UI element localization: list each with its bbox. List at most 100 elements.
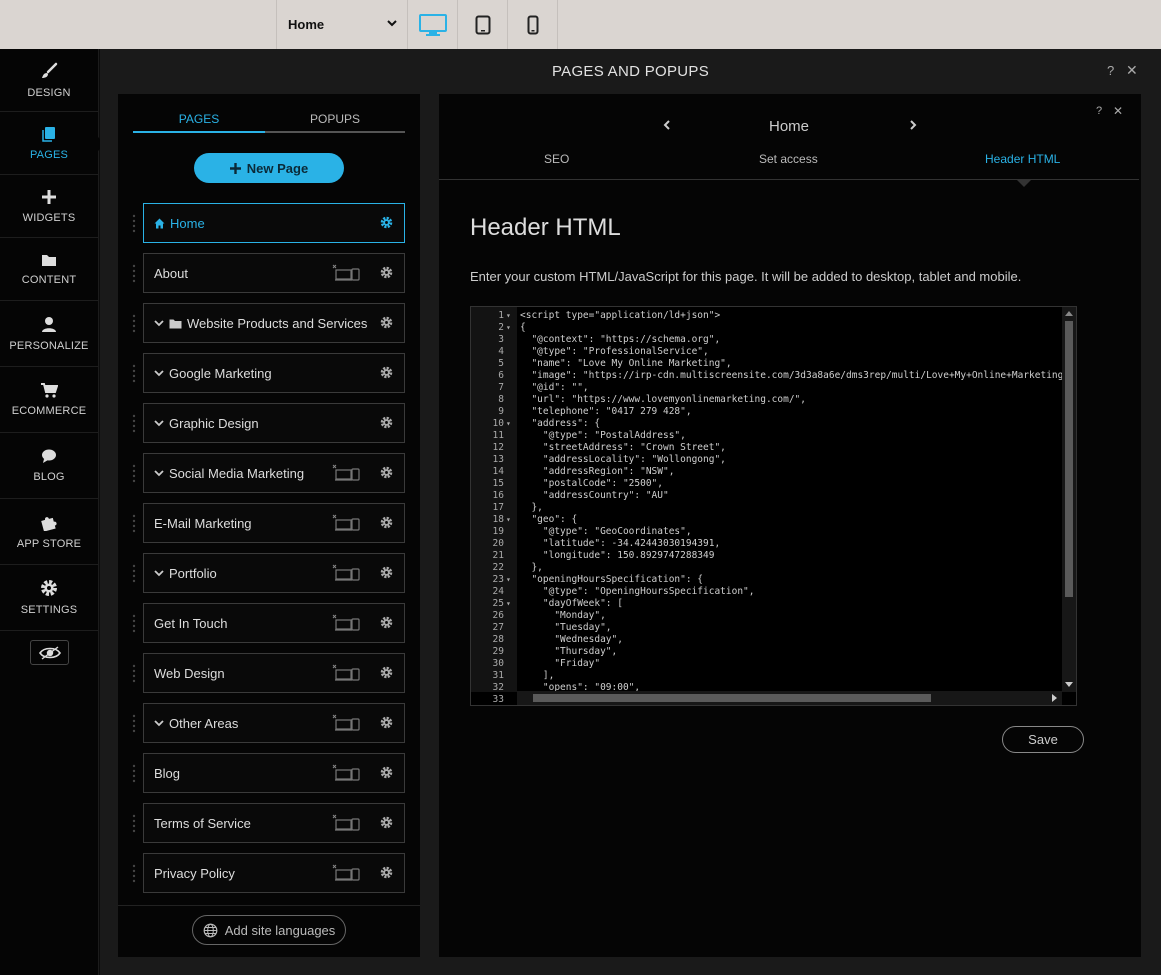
fold-arrow-icon[interactable]: ▾ bbox=[506, 322, 511, 334]
drag-handle-icon[interactable] bbox=[132, 264, 136, 284]
page-settings-gear-icon[interactable] bbox=[380, 316, 393, 329]
page-row[interactable]: Portfolio bbox=[132, 553, 405, 593]
vertical-scrollbar[interactable] bbox=[1062, 307, 1076, 692]
drag-handle-icon[interactable] bbox=[132, 414, 136, 434]
scroll-up-icon[interactable] bbox=[1065, 310, 1073, 316]
mobile-view-button[interactable] bbox=[508, 0, 558, 49]
page-settings-gear-icon[interactable] bbox=[380, 416, 393, 429]
page-settings-gear-icon[interactable] bbox=[380, 266, 393, 279]
drag-handle-icon[interactable] bbox=[132, 764, 136, 784]
drag-handle-icon[interactable] bbox=[132, 564, 136, 584]
page-settings-gear-icon[interactable] bbox=[380, 766, 393, 779]
tab-set-access[interactable]: Set access bbox=[759, 152, 818, 166]
chevron-down-icon bbox=[387, 20, 397, 27]
chevron-down-icon[interactable] bbox=[154, 420, 164, 427]
page-settings-gear-icon[interactable] bbox=[380, 716, 393, 729]
page-row[interactable]: Web Design bbox=[132, 653, 405, 693]
panel-help-button[interactable]: ? bbox=[1096, 105, 1102, 117]
page-settings-gear-icon[interactable] bbox=[380, 216, 393, 229]
nav-content[interactable]: CONTENT bbox=[0, 238, 98, 301]
page-row[interactable]: Graphic Design bbox=[132, 403, 405, 443]
page-row[interactable]: Other Areas bbox=[132, 703, 405, 743]
page-row[interactable]: Privacy Policy bbox=[132, 853, 405, 893]
drag-handle-icon[interactable] bbox=[132, 864, 136, 884]
page-settings-gear-icon[interactable] bbox=[380, 816, 393, 829]
code-editor[interactable]: 1 ▾ <script type="application/ld+json"> 2 ▾{… bbox=[470, 306, 1077, 706]
fold-arrow-icon[interactable]: ▾ bbox=[506, 598, 511, 610]
tablet-view-button[interactable] bbox=[458, 0, 508, 49]
tab-header-html[interactable]: Header HTML bbox=[985, 152, 1060, 166]
page-settings-gear-icon[interactable] bbox=[380, 866, 393, 879]
nav-blog[interactable]: BLOG bbox=[0, 433, 98, 499]
scroll-right-icon[interactable] bbox=[1052, 694, 1058, 702]
fold-arrow-icon[interactable]: ▾ bbox=[506, 514, 511, 526]
chevron-down-icon[interactable] bbox=[154, 470, 164, 477]
nav-widgets[interactable]: WIDGETS bbox=[0, 175, 98, 238]
page-settings-gear-icon[interactable] bbox=[380, 566, 393, 579]
fold-arrow-icon[interactable]: ▾ bbox=[506, 418, 511, 430]
tab-popups[interactable]: POPUPS bbox=[269, 112, 401, 126]
code-line: 30 "Friday" bbox=[471, 658, 1061, 670]
fold-arrow-icon[interactable]: ▾ bbox=[506, 574, 511, 586]
code-text: "Thursday", bbox=[520, 646, 618, 657]
code-line: 7 "@id": "", bbox=[471, 382, 1061, 394]
page-settings-gear-icon[interactable] bbox=[380, 516, 393, 529]
tab-pages[interactable]: PAGES bbox=[133, 112, 265, 126]
nav-settings[interactable]: SETTINGS bbox=[0, 565, 98, 631]
next-page-arrow-icon[interactable] bbox=[909, 120, 917, 130]
code-line: 8 "url": "https://www.lovemyonlinemarket… bbox=[471, 394, 1061, 406]
drag-handle-icon[interactable] bbox=[132, 464, 136, 484]
nav-design[interactable]: DESIGN bbox=[0, 49, 98, 112]
nav-personalize[interactable]: PERSONALIZE bbox=[0, 301, 98, 367]
drag-handle-icon[interactable] bbox=[132, 614, 136, 634]
nav-label: DESIGN bbox=[27, 86, 71, 99]
page-row[interactable]: Home bbox=[132, 203, 405, 243]
page-settings-gear-icon[interactable] bbox=[380, 616, 393, 629]
drag-handle-icon[interactable] bbox=[132, 314, 136, 334]
page-row[interactable]: Social Media Marketing bbox=[132, 453, 405, 493]
fold-arrow-icon[interactable]: ▾ bbox=[506, 310, 511, 322]
drag-handle-icon[interactable] bbox=[132, 814, 136, 834]
desktop-view-button[interactable] bbox=[408, 0, 458, 49]
chevron-down-icon[interactable] bbox=[154, 570, 164, 577]
page-settings-gear-icon[interactable] bbox=[380, 366, 393, 379]
page-row[interactable]: Google Marketing bbox=[132, 353, 405, 393]
panel-close-button[interactable]: ✕ bbox=[1113, 104, 1123, 118]
close-button[interactable]: ✕ bbox=[1126, 62, 1138, 79]
help-button[interactable]: ? bbox=[1107, 63, 1114, 78]
drag-handle-icon[interactable] bbox=[132, 714, 136, 734]
page-select-dropdown[interactable]: Home bbox=[276, 0, 408, 49]
drag-handle-icon[interactable] bbox=[132, 214, 136, 234]
chevron-down-icon[interactable] bbox=[154, 370, 164, 377]
page-settings-gear-icon[interactable] bbox=[380, 466, 393, 479]
page-row[interactable]: Website Products and Services bbox=[132, 303, 405, 343]
hidden-on-devices-icon bbox=[332, 264, 362, 282]
page-row[interactable]: Terms of Service bbox=[132, 803, 405, 843]
add-site-languages-button[interactable]: Add site languages bbox=[192, 915, 346, 945]
nav-ecommerce[interactable]: ECOMMERCE bbox=[0, 367, 98, 433]
new-page-button[interactable]: New Page bbox=[194, 153, 344, 183]
page-row[interactable]: Blog bbox=[132, 753, 405, 793]
nav-label: BLOG bbox=[33, 470, 65, 483]
scroll-thumb[interactable] bbox=[1065, 321, 1073, 597]
drag-handle-icon[interactable] bbox=[132, 664, 136, 684]
chevron-down-icon[interactable] bbox=[154, 720, 164, 727]
line-number: 12 bbox=[492, 442, 504, 453]
page-row[interactable]: Get In Touch bbox=[132, 603, 405, 643]
save-button[interactable]: Save bbox=[1002, 726, 1084, 753]
page-settings-gear-icon[interactable] bbox=[380, 666, 393, 679]
desktop-icon bbox=[418, 13, 448, 37]
tab-seo[interactable]: SEO bbox=[544, 152, 569, 166]
page-row[interactable]: E-Mail Marketing bbox=[132, 503, 405, 543]
drag-handle-icon[interactable] bbox=[132, 364, 136, 384]
code-line: 11 "@type": "PostalAddress", bbox=[471, 430, 1061, 442]
scroll-down-icon[interactable] bbox=[1065, 682, 1073, 688]
page-row[interactable]: About bbox=[132, 253, 405, 293]
nav-app-store[interactable]: APP STORE bbox=[0, 499, 98, 565]
horizontal-scrollbar[interactable] bbox=[517, 691, 1062, 705]
scroll-thumb[interactable] bbox=[533, 694, 931, 702]
nav-pages[interactable]: PAGES bbox=[0, 112, 105, 175]
preview-toggle-button[interactable] bbox=[30, 640, 69, 665]
chevron-down-icon[interactable] bbox=[154, 320, 164, 327]
drag-handle-icon[interactable] bbox=[132, 514, 136, 534]
